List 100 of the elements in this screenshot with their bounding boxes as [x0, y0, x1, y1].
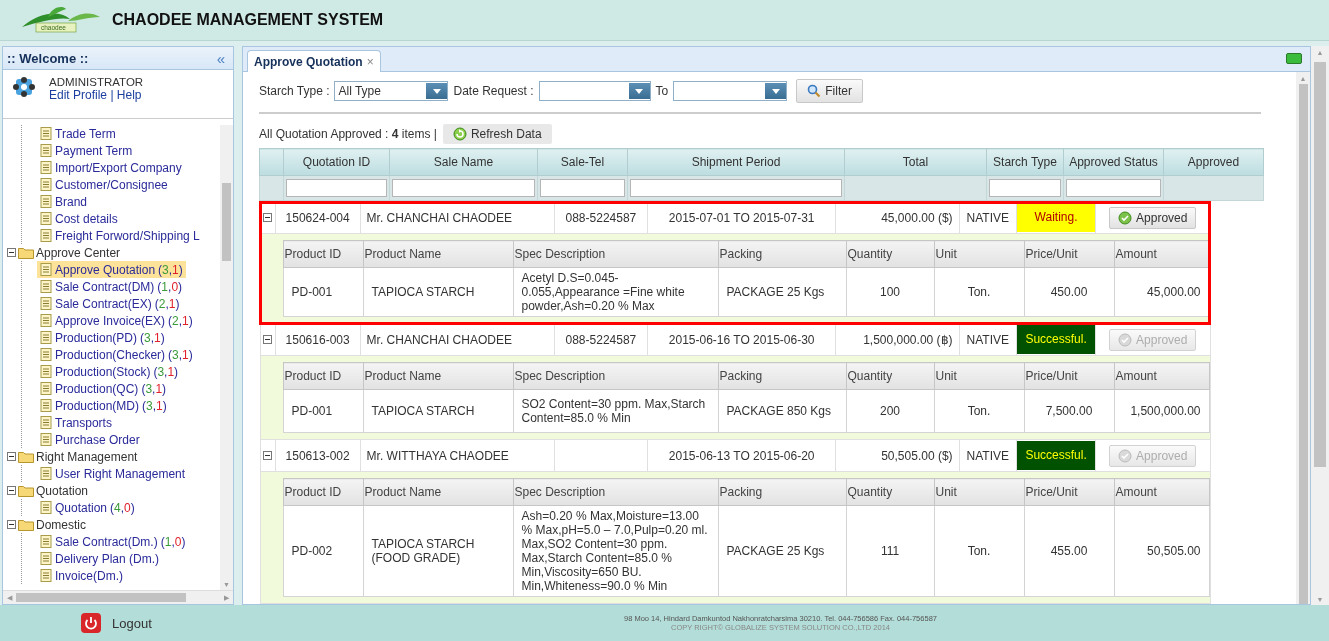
column-filter-field[interactable] [1066, 179, 1161, 197]
tree-item[interactable]: Quotation (4,0) [37, 499, 138, 516]
tree-item[interactable]: Trade Term [37, 125, 119, 142]
column-header: Approved [1163, 148, 1264, 176]
collapse-toggle-icon[interactable] [7, 520, 16, 529]
column-header: Price/Unit [1024, 362, 1114, 390]
column-header: Product ID [283, 240, 363, 268]
collapse-toggle-icon[interactable] [263, 212, 273, 222]
tree-item[interactable]: Invoice(Dm.) [37, 567, 126, 584]
tree-item[interactable]: User Right Management [37, 465, 189, 482]
column-filter-field[interactable] [286, 179, 387, 197]
date-to-field[interactable] [673, 81, 788, 101]
folder-icon [18, 450, 34, 463]
dropdown-arrow-icon[interactable] [771, 88, 780, 94]
approve-button[interactable]: Approved [1109, 206, 1197, 229]
document-icon [40, 348, 52, 361]
tree-item[interactable]: Transports [37, 414, 115, 431]
document-icon [40, 144, 52, 157]
date-request-field[interactable] [538, 81, 651, 101]
starch-type-dropdown[interactable]: All Type [334, 81, 449, 101]
table-cell: 450.00 [1024, 267, 1114, 317]
tab[interactable]: Approve Quotation × [247, 50, 381, 72]
document-icon [40, 212, 52, 225]
tree-item[interactable]: Production(PD) (3,1) [37, 329, 168, 346]
tree-item[interactable]: Freight Forword/Shipping L [37, 227, 203, 244]
column-header: Packing [718, 362, 846, 390]
column-header: Sale Name [389, 148, 538, 176]
table-cell: PD-001 [283, 267, 363, 317]
filter-button[interactable]: Filter [796, 79, 863, 103]
app-title: CHAODEE MANAGEMENT SYSTEM [112, 11, 384, 29]
tree-item[interactable]: Production(QC) (3,1) [37, 380, 170, 397]
table-cell: 50,505.00 ($) [835, 439, 960, 472]
table-cell: Ton. [934, 267, 1024, 317]
edit-profile-link[interactable]: Edit Profile [49, 88, 108, 102]
tree-item[interactable]: Purchase Order [37, 431, 143, 448]
refresh-icon [452, 127, 467, 141]
table-cell: 2015-06-16 TO 2015-06-30 [647, 323, 836, 356]
collapse-toggle-icon[interactable] [263, 450, 273, 460]
tree-item[interactable]: Approve Quotation (3,1) [37, 261, 186, 278]
table-cell: SO2 Content=30 ppm. Max,Starch Content=85.0 % Min [513, 389, 718, 433]
document-icon [40, 399, 52, 412]
table-cell: 100 [846, 267, 934, 317]
column-filter-field[interactable] [630, 179, 842, 197]
tree-item[interactable]: Sale Contract(DM) (1,0) [37, 278, 186, 295]
tree-group-label[interactable]: Quotation [36, 483, 89, 498]
collapse-toggle-icon[interactable] [7, 452, 16, 461]
table-cell: TAPIOCA STARCH [363, 267, 513, 317]
table-cell: PACKAGE 25 Kgs [718, 505, 846, 597]
search-icon [807, 84, 822, 98]
document-icon [40, 569, 52, 582]
column-filter-field[interactable] [392, 179, 535, 197]
scroll-thumb[interactable] [222, 183, 231, 261]
table-cell: 455.00 [1024, 505, 1114, 597]
tree-item[interactable]: Approve Invoice(EX) (2,1) [37, 312, 196, 329]
collapse-toggle-icon[interactable] [263, 334, 273, 344]
tree-item[interactable]: Sale Contract(EX) (2,1) [37, 295, 183, 312]
maximize-icon[interactable] [1286, 53, 1302, 64]
tree-item[interactable]: Import/Export Company [37, 159, 185, 176]
document-icon [40, 263, 52, 276]
table-cell: 1,500,000.00 [1114, 389, 1209, 433]
document-icon [40, 552, 52, 565]
document-icon [40, 314, 52, 327]
column-filter-field[interactable] [540, 179, 625, 197]
document-icon [40, 467, 52, 480]
document-icon [40, 365, 52, 378]
refresh-button[interactable]: Refresh Data [442, 124, 552, 144]
table-cell: TAPIOCA STARCH (FOOD GRADE) [363, 505, 513, 597]
help-link[interactable]: Help [116, 88, 142, 102]
tree-item[interactable]: Production(MD) (3,1) [37, 397, 170, 414]
column-header: Shipment Period [627, 148, 845, 176]
check-icon [1118, 332, 1133, 347]
dropdown-arrow-icon[interactable] [433, 88, 441, 94]
tree-item[interactable]: Production(Checker) (3,1) [37, 346, 196, 363]
table-cell: Ton. [934, 389, 1024, 433]
tree-group-label[interactable]: Right Management [36, 449, 138, 464]
tree-item[interactable]: Brand [37, 193, 91, 210]
collapse-button[interactable]: « [216, 49, 225, 67]
tree-item[interactable]: Delivery Plan (Dm.) [37, 550, 162, 567]
column-header: Price/Unit [1024, 240, 1114, 268]
column-header: Product Name [363, 240, 513, 268]
collapse-toggle-icon[interactable] [7, 486, 16, 495]
column-header: Unit [934, 240, 1024, 268]
tree-item[interactable]: Production(Stock) (3,1) [37, 363, 182, 380]
table-cell: 1,500,000.00 (฿) [835, 323, 960, 356]
sidebar-title: :: Welcome :: [7, 50, 89, 66]
close-icon[interactable]: × [366, 54, 374, 69]
tree-item[interactable]: Cost details [37, 210, 121, 227]
column-header: Starch Type [986, 148, 1064, 176]
logout-button[interactable]: Logout [0, 612, 232, 634]
table-cell: 111 [846, 505, 934, 597]
tree-group-label[interactable]: Approve Center [36, 245, 121, 260]
column-filter-field[interactable] [989, 179, 1061, 197]
collapse-toggle-icon[interactable] [7, 248, 16, 257]
table-cell: Mr. CHANCHAI CHAODEE [360, 201, 555, 234]
tree-item[interactable]: Payment Term [37, 142, 136, 159]
tree-group-label[interactable]: Domestic [36, 517, 86, 532]
document-icon [40, 280, 52, 293]
tree-item[interactable]: Sale Contract(Dm.) (1,0) [37, 533, 189, 550]
dropdown-arrow-icon[interactable] [635, 88, 644, 94]
tree-item[interactable]: Customer/Consignee [37, 176, 171, 193]
